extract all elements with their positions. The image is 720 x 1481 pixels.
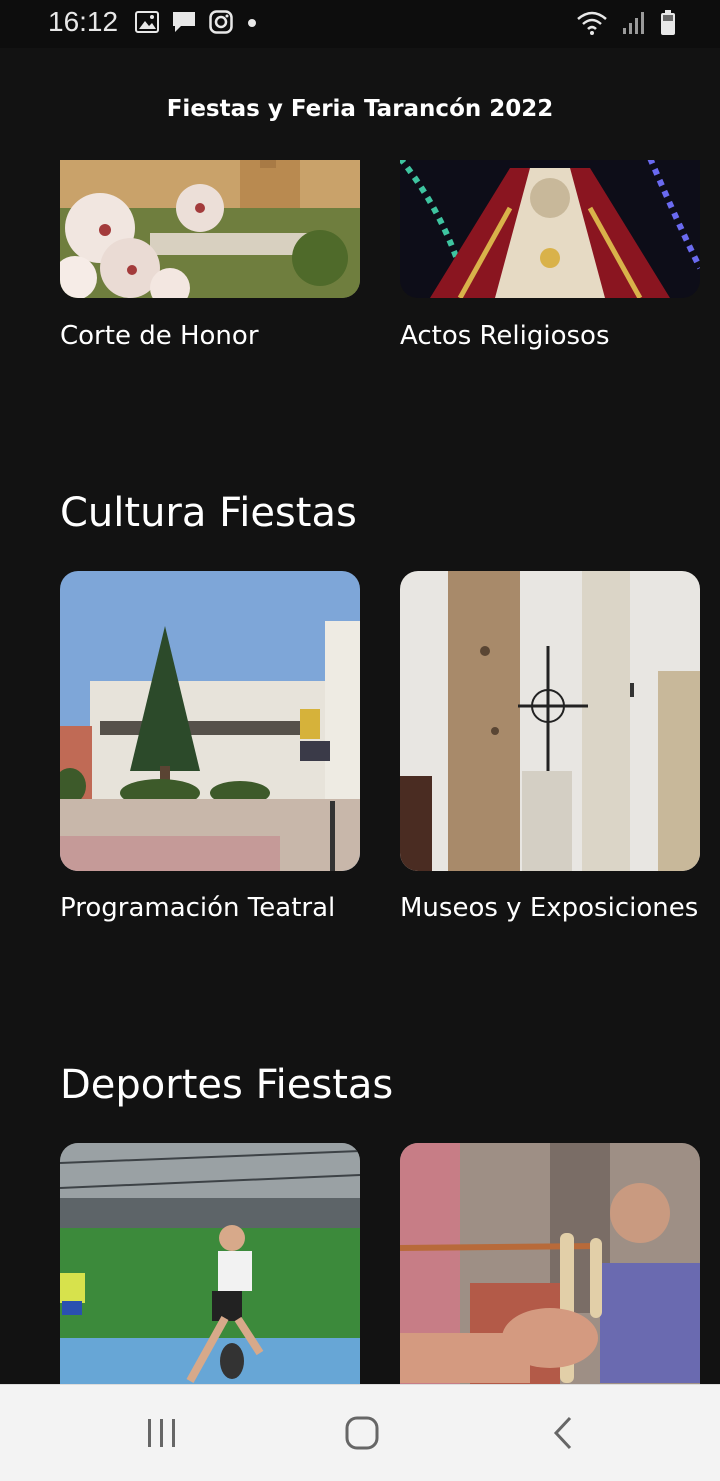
card-label-museos-exposiciones: Museos y Exposiciones — [400, 893, 699, 923]
system-nav-bar — [0, 1384, 720, 1481]
home-icon[interactable] — [342, 1413, 382, 1453]
card-deportes-padel[interactable] — [60, 1143, 360, 1384]
instagram-icon — [209, 10, 233, 39]
back-icon[interactable] — [544, 1413, 584, 1453]
recent-apps-icon[interactable] — [142, 1413, 182, 1453]
slingshot-image — [400, 1143, 700, 1384]
status-bar: 16:12 — [0, 0, 720, 48]
status-time: 16:12 — [48, 6, 119, 37]
section-title-cultura: Cultura Fiestas — [60, 490, 357, 536]
wifi-icon — [576, 10, 608, 41]
signal-icon — [622, 11, 646, 40]
theatre-building-image — [60, 571, 360, 871]
app-header: Fiestas y Feria Tarancón 2022 — [0, 48, 720, 160]
padel-player-image — [60, 1143, 360, 1384]
notification-icons — [135, 10, 259, 39]
card-label-corte-de-honor: Corte de Honor — [60, 321, 259, 351]
battery-icon — [660, 10, 676, 41]
card-museos-exposiciones[interactable] — [400, 571, 700, 871]
content-scroll[interactable]: Corte de Honor Actos Religiosos Cultura … — [0, 48, 720, 1384]
card-label-programacion-teatral: Programación Teatral — [60, 893, 336, 923]
system-icons — [576, 10, 676, 41]
section-title-deportes: Deportes Fiestas — [60, 1062, 394, 1108]
stone-columns-image — [400, 571, 700, 871]
card-programacion-teatral[interactable] — [60, 571, 360, 871]
page-title: Fiestas y Feria Tarancón 2022 — [166, 96, 554, 122]
message-icon — [171, 10, 197, 39]
card-label-actos-religiosos: Actos Religiosos — [400, 321, 610, 351]
dot-icon — [245, 10, 259, 39]
card-deportes-slingshot[interactable] — [400, 1143, 700, 1384]
image-icon — [135, 11, 159, 38]
